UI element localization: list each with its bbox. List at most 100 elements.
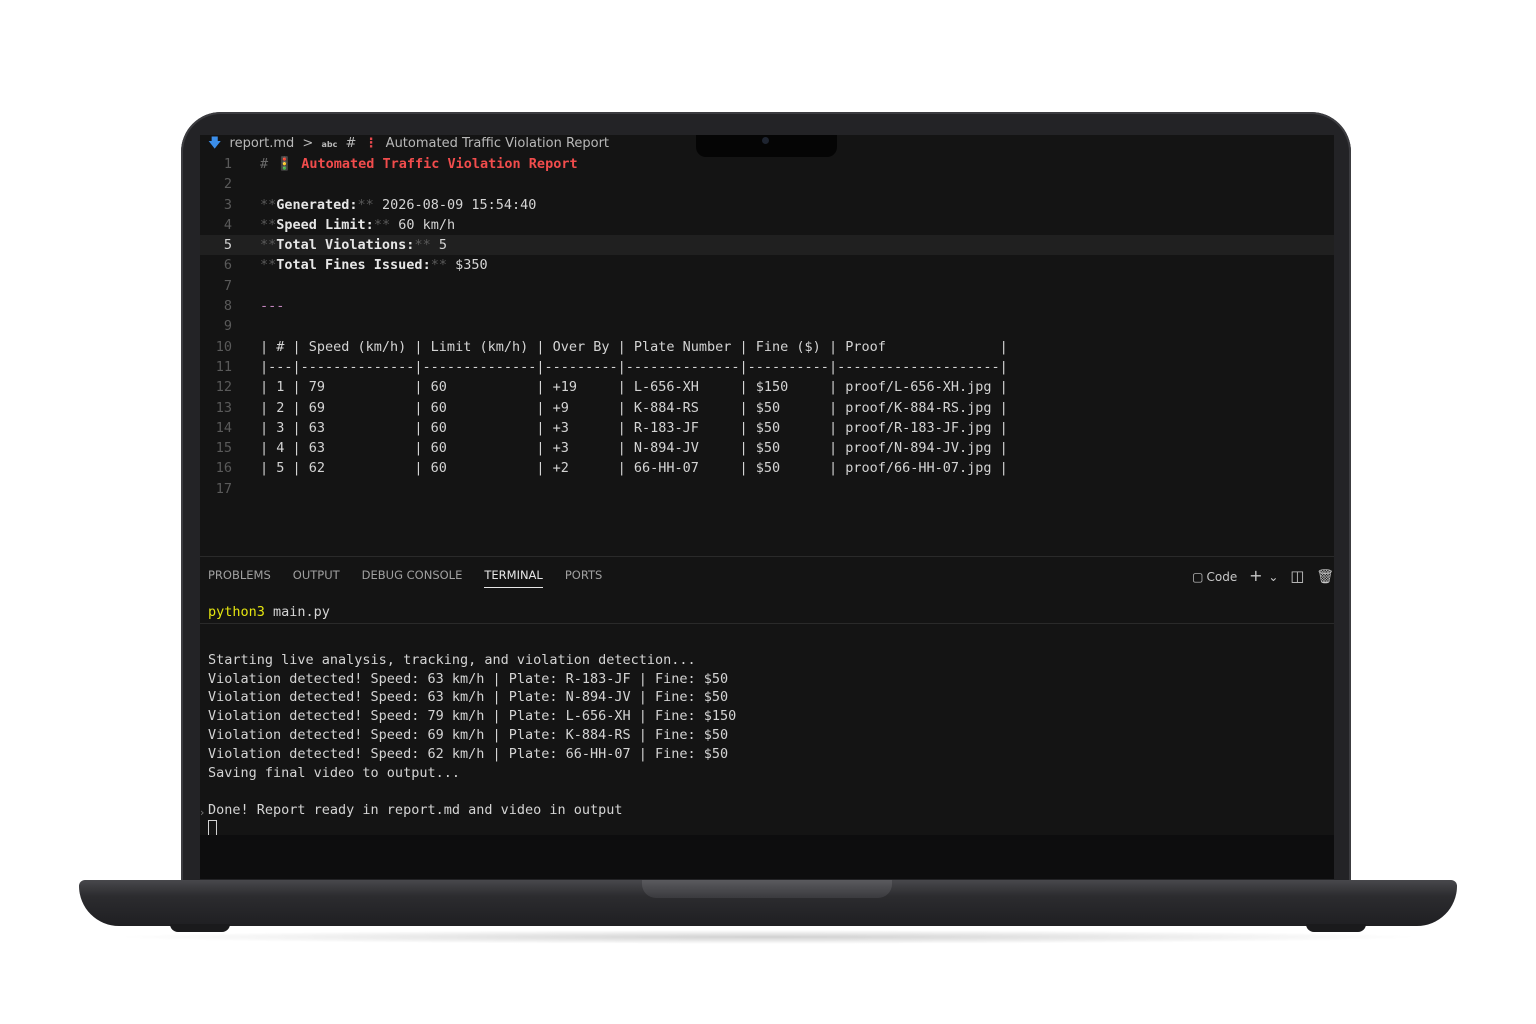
tab-debug-console[interactable]: DEBUG CONSOLE bbox=[362, 568, 463, 587]
table-row: | 5 | 62 | 60 | +2 | 66-HH-07 | $50 | pr… bbox=[260, 460, 1008, 477]
field-key: Generated: bbox=[276, 196, 358, 213]
field-value: 2026-08-09 15:54:40 bbox=[373, 196, 537, 213]
line-number: 12 bbox=[215, 379, 232, 396]
breadcrumb-separator: > bbox=[302, 136, 314, 151]
line-number: 7 bbox=[223, 277, 232, 294]
line-number: 2 bbox=[223, 176, 232, 193]
line-number: 16 bbox=[215, 460, 232, 477]
editor-line[interactable]: 1 # 🚦 Automated Traffic Violation Report bbox=[200, 154, 1334, 174]
bold-marker: ** bbox=[414, 237, 431, 254]
editor-line[interactable]: 17 bbox=[200, 479, 1334, 499]
tab-ports[interactable]: PORTS bbox=[565, 568, 602, 587]
line-number: 9 bbox=[223, 318, 232, 335]
editor-line[interactable]: 13 | 2 | 69 | 60 | +9 | K-884-RS | $50 | … bbox=[200, 398, 1334, 418]
field-key: Total Fines Issued: bbox=[276, 257, 431, 274]
line-number: 15 bbox=[215, 440, 232, 457]
line-content: | 5 | 62 | 60 | +2 | 66-HH-07 | $50 | pr… bbox=[260, 458, 1008, 478]
line-number: 14 bbox=[215, 419, 232, 436]
editor-line[interactable]: 5 **Total Violations:** 5 bbox=[200, 235, 1334, 256]
table-row: | 2 | 69 | 60 | +9 | K-884-RS | $50 | pr… bbox=[260, 399, 1008, 416]
camera-notch bbox=[696, 135, 837, 157]
terminal-line: Violation detected! Speed: 62 km/h | Pla… bbox=[208, 745, 729, 762]
screen-bezel-bottom bbox=[200, 835, 1334, 879]
terminal[interactable]: python3 main.py Starting live analysis, … bbox=[208, 602, 736, 835]
line-content: | 3 | 63 | 60 | +3 | R-183-JF | $50 | pr… bbox=[260, 418, 1008, 438]
laptop-hinge-groove bbox=[642, 880, 892, 898]
editor-line[interactable]: 16 | 5 | 62 | 60 | +2 | 66-HH-07 | $50 | … bbox=[200, 458, 1334, 478]
line-content: # 🚦 Automated Traffic Violation Report bbox=[260, 154, 578, 174]
tab-output[interactable]: OUTPUT bbox=[293, 568, 340, 587]
prompt-caret-icon: › bbox=[200, 806, 205, 819]
line-content: **Generated:** 2026-08-09 15:54:40 bbox=[260, 195, 536, 215]
line-content: |---|--------------|--------------|-----… bbox=[260, 357, 1008, 377]
editor-line[interactable]: 3 **Generated:** 2026-08-09 15:54:40 bbox=[200, 195, 1334, 215]
editor-line[interactable]: 2 bbox=[200, 174, 1334, 194]
table-row: | 1 | 79 | 60 | +19 | L-656-XH | $150 | … bbox=[260, 379, 1008, 396]
command-args: main.py bbox=[264, 604, 330, 620]
editor-line[interactable]: 15 | 4 | 63 | 60 | +3 | N-894-JV | $50 | … bbox=[200, 438, 1334, 458]
terminal-line: Violation detected! Speed: 63 km/h | Pla… bbox=[208, 689, 729, 706]
line-number: 8 bbox=[223, 298, 232, 315]
traffic-light-icon: ⋮ bbox=[364, 136, 378, 151]
field-value: 60 km/h bbox=[390, 216, 456, 233]
bold-marker: ** bbox=[357, 196, 374, 213]
line-number: 11 bbox=[215, 358, 232, 375]
markdown-file-icon: 🡇 bbox=[208, 136, 222, 151]
terminal-line: Saving final video to output... bbox=[208, 764, 460, 781]
editor-line[interactable]: 12 | 1 | 79 | 60 | +19 | L-656-XH | $150 … bbox=[200, 377, 1334, 397]
breadcrumb-heading[interactable]: Automated Traffic Violation Report bbox=[386, 136, 609, 151]
field-key: Total Violations: bbox=[276, 237, 415, 254]
breadcrumb[interactable]: 🡇 report.md > abc # ⋮ Automated Traffic … bbox=[208, 135, 613, 153]
bold-marker: ** bbox=[260, 237, 277, 254]
line-content: **Speed Limit:** 60 km/h bbox=[260, 215, 455, 235]
editor-line[interactable]: 10 | # | Speed (km/h) | Limit (km/h) | Ov… bbox=[200, 337, 1334, 357]
heading-marker: # bbox=[260, 156, 269, 172]
terminal-prompt[interactable] bbox=[208, 819, 736, 835]
line-content: --- bbox=[260, 296, 284, 316]
editor-line[interactable]: 4 **Speed Limit:** 60 km/h bbox=[200, 215, 1334, 235]
bold-marker: ** bbox=[260, 257, 277, 274]
tab-problems[interactable]: PROBLEMS bbox=[208, 568, 271, 587]
editor-line[interactable]: 11 |---|--------------|--------------|---… bbox=[200, 357, 1334, 377]
breadcrumb-file[interactable]: report.md bbox=[230, 136, 295, 151]
editor-line[interactable]: 7 bbox=[200, 276, 1334, 296]
symbol-string-icon: abc bbox=[321, 140, 338, 149]
terminal-separator bbox=[200, 623, 1334, 624]
terminal-output: Starting live analysis, tracking, and vi… bbox=[208, 632, 736, 820]
line-content: | 2 | 69 | 60 | +9 | K-884-RS | $50 | pr… bbox=[260, 398, 1008, 418]
editor-line[interactable]: 8 --- bbox=[200, 296, 1334, 316]
laptop-foot-right bbox=[1306, 924, 1366, 932]
add-terminal-icon[interactable]: + bbox=[1249, 566, 1262, 585]
table-row: | 4 | 63 | 60 | +3 | N-894-JV | $50 | pr… bbox=[260, 440, 1008, 457]
trash-icon[interactable]: 🗑 bbox=[1316, 569, 1334, 585]
laptop-foot-left bbox=[170, 924, 230, 932]
bold-marker: ** bbox=[430, 257, 447, 274]
vscode-window: 🡇 report.md > abc # ⋮ Automated Traffic … bbox=[200, 135, 1334, 835]
tab-terminal[interactable]: TERMINAL bbox=[484, 568, 543, 588]
line-number: 4 bbox=[223, 216, 232, 233]
breadcrumb-hash: # bbox=[345, 136, 357, 151]
terminal-line: Starting live analysis, tracking, and vi… bbox=[208, 651, 696, 668]
line-number: 17 bbox=[215, 480, 232, 497]
line-content: | 4 | 63 | 60 | +3 | N-894-JV | $50 | pr… bbox=[260, 438, 1008, 458]
bold-marker: ** bbox=[373, 216, 391, 233]
editor-text-area[interactable]: 1 # 🚦 Automated Traffic Violation Report 2… bbox=[200, 154, 1334, 499]
line-number: 10 bbox=[215, 338, 232, 355]
table-row: | # | Speed (km/h) | Limit (km/h) | Over… bbox=[260, 338, 1008, 355]
split-terminal-icon[interactable]: ◫ bbox=[1290, 567, 1304, 585]
terminal-command: python3 main.py bbox=[208, 602, 736, 622]
editor-line[interactable]: 6 **Total Fines Issued:** $350 bbox=[200, 255, 1334, 275]
chevron-down-icon[interactable]: ⌄ bbox=[1268, 570, 1278, 584]
horizontal-rule: --- bbox=[260, 298, 285, 315]
terminal-cursor bbox=[208, 819, 217, 835]
editor-line[interactable]: 14 | 3 | 63 | 60 | +3 | R-183-JF | $50 | … bbox=[200, 418, 1334, 438]
terminal-line: Violation detected! Speed: 63 km/h | Pla… bbox=[208, 670, 729, 687]
line-number: 1 bbox=[223, 156, 232, 172]
editor-line[interactable]: 9 bbox=[200, 316, 1334, 336]
bottom-panel: PROBLEMS OUTPUT DEBUG CONSOLE TERMINAL PORTS… bbox=[200, 556, 1334, 835]
traffic-light-icon: 🚦 bbox=[276, 156, 294, 172]
command-program: python3 bbox=[208, 604, 265, 620]
terminal-profile-label[interactable]: Code bbox=[1207, 570, 1238, 584]
line-content: | # | Speed (km/h) | Limit (km/h) | Over… bbox=[260, 337, 1008, 357]
